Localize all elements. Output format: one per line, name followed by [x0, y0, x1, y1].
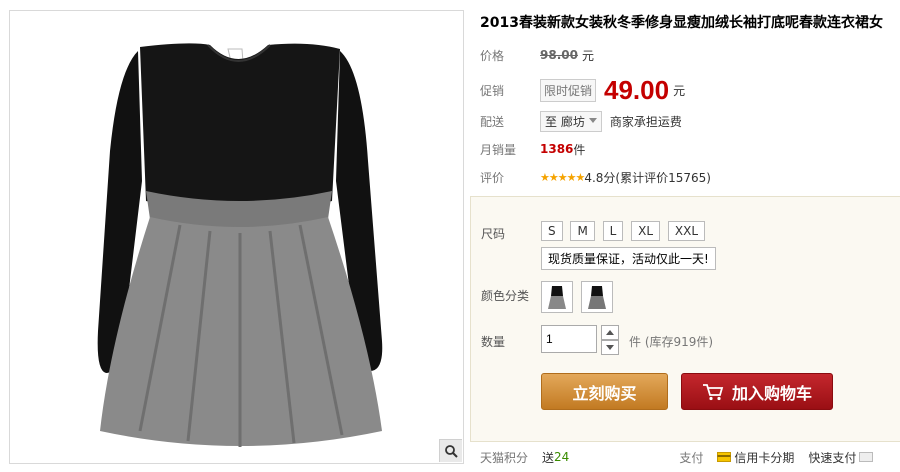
original-price: 98.00 [540, 48, 578, 62]
chevron-down-icon [588, 118, 597, 123]
pay-credit[interactable]: 信用卡分期 [717, 449, 794, 466]
points-value: 24 [554, 450, 570, 464]
shipping-row: 配送 至 廊坊 商家承担运费 [480, 110, 682, 132]
size-option-s[interactable]: S [541, 221, 563, 241]
product-image-panel[interactable] [9, 10, 464, 464]
promo-label: 促销 [480, 83, 505, 98]
purchase-options-panel: 尺码 S M L XL XXL 现货质量保证，活动仅此一天! 颜色分类 数量 件… [470, 196, 900, 442]
product-image [97, 43, 383, 447]
pay-label: 支付 [679, 450, 704, 465]
chevron-down-icon [606, 344, 614, 350]
destination-select[interactable]: 至 廊坊 [540, 110, 602, 132]
fast-pay-icon [859, 452, 874, 462]
size-label: 尺码 [481, 227, 506, 241]
monthly-sales-row: 月销量 1386 件 [480, 138, 585, 160]
magnifier-icon [445, 445, 458, 458]
color-swatch-1[interactable] [541, 281, 573, 313]
quantity-decrease-button[interactable] [601, 340, 619, 355]
price-label: 价格 [480, 48, 505, 63]
monthly-sales-label: 月销量 [480, 142, 517, 157]
shipping-label: 配送 [480, 114, 505, 129]
stock-text: 件 (库存919件) [629, 335, 714, 349]
chevron-up-icon [606, 329, 614, 335]
buy-now-button[interactable]: 立刻购买 [541, 373, 668, 410]
color-swatch-1-image [548, 286, 566, 309]
add-to-cart-label: 加入购物车 [731, 383, 812, 403]
rating-stars-icon: ★★★★★ [540, 170, 585, 184]
promo-row: 促销 限时促销 49.00 元 [480, 74, 685, 106]
size-option-xxl[interactable]: XXL [667, 221, 706, 241]
size-option-l[interactable]: L [602, 221, 624, 241]
quantity-label: 数量 [481, 335, 506, 349]
promo-unit: 元 [673, 83, 686, 98]
bottom-info-row: 天猫积分 送 24 支付 信用卡分期 快速支付 [470, 441, 900, 472]
rating-label: 评价 [480, 170, 505, 185]
promo-tag: 限时促销 [540, 78, 597, 102]
buy-now-label: 立刻购买 [572, 383, 637, 403]
color-swatch-2[interactable] [581, 281, 613, 313]
shipping-note: 商家承担运费 [609, 114, 682, 129]
rating-row: 评价 ★★★★★ 4.8分(累计评价15765) [480, 166, 711, 188]
destination-value: 至 廊坊 [545, 114, 585, 129]
quantity-input[interactable] [541, 325, 597, 353]
price-row: 价格 98.00 元 [480, 44, 594, 66]
pay-fast-label: 快速支付 [808, 450, 857, 465]
color-label: 颜色分类 [481, 289, 530, 303]
pay-fast[interactable]: 快速支付 [808, 449, 874, 466]
size-notice[interactable]: 现货质量保证，活动仅此一天! [541, 247, 716, 270]
product-title: 2013春装新款女装秋冬季修身显瘦加绒长袖打底呢春款连衣裙女 [480, 15, 883, 31]
size-option-m[interactable]: M [570, 221, 595, 241]
pay-credit-label: 信用卡分期 [734, 450, 795, 465]
monthly-sales-unit: 件 [573, 142, 586, 157]
credit-card-icon [717, 452, 732, 462]
price-unit: 元 [581, 48, 594, 63]
add-to-cart-button[interactable]: 加入购物车 [681, 373, 833, 410]
shopping-cart-icon [702, 383, 724, 400]
points-prefix: 送 [542, 450, 555, 465]
monthly-sales-count: 1386 [540, 142, 574, 156]
zoom-button[interactable] [439, 439, 462, 462]
promo-price: 49.00 [604, 74, 670, 105]
points-label: 天猫积分 [480, 450, 529, 465]
color-swatch-2-image [588, 286, 606, 309]
size-options: S M L XL XXL [541, 221, 709, 241]
size-option-xl[interactable]: XL [631, 221, 661, 241]
quantity-increase-button[interactable] [601, 325, 619, 340]
rating-text[interactable]: 4.8分(累计评价15765) [584, 169, 711, 186]
